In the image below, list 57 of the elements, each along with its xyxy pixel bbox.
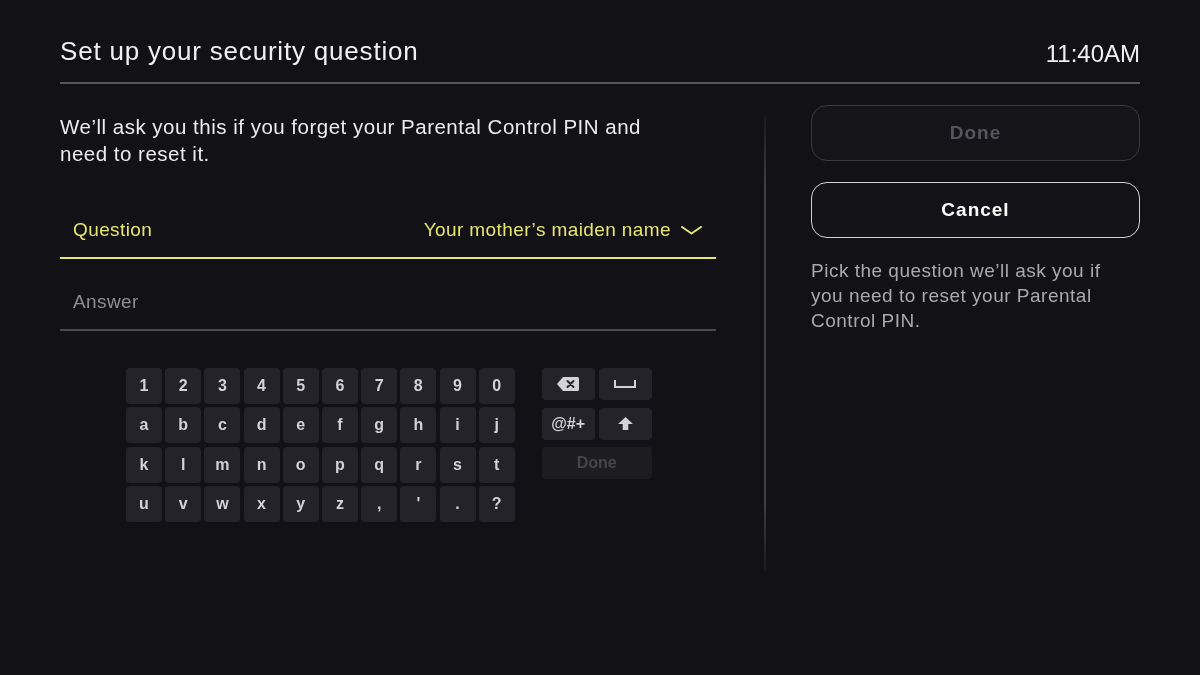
keyboard-key[interactable]: ' bbox=[400, 486, 437, 523]
shift-key[interactable] bbox=[598, 407, 652, 440]
question-dropdown[interactable]: Question Your mother’s maiden name bbox=[60, 203, 716, 259]
keyboard-key[interactable]: 2 bbox=[165, 368, 202, 404]
keyboard-key[interactable]: z bbox=[321, 486, 358, 523]
keyboard-key[interactable]: 7 bbox=[361, 368, 398, 404]
keyboard-key[interactable]: 8 bbox=[400, 368, 437, 404]
keyboard-key[interactable]: y bbox=[282, 486, 319, 523]
clock-time: 11:40AM bbox=[1045, 39, 1140, 69]
dropdown-value: Your mother’s maiden name bbox=[423, 219, 671, 241]
keyboard-key[interactable]: d bbox=[243, 407, 280, 444]
keyboard-key[interactable]: n bbox=[243, 446, 280, 483]
page-title: Set up your security question bbox=[60, 35, 419, 68]
keyboard-key[interactable]: a bbox=[126, 407, 162, 444]
keyboard-key[interactable]: p bbox=[321, 446, 358, 483]
keyboard-key[interactable]: e bbox=[282, 407, 319, 444]
space-bar-icon bbox=[614, 380, 637, 388]
keyboard-key[interactable]: 5 bbox=[282, 368, 319, 404]
backspace-key[interactable] bbox=[541, 368, 595, 400]
keyboard-key[interactable]: c bbox=[204, 407, 241, 444]
keyboard-key[interactable]: m bbox=[204, 446, 241, 483]
keyboard-key[interactable]: 3 bbox=[204, 368, 241, 404]
answer-field[interactable]: Answer bbox=[60, 275, 716, 331]
keyboard-key[interactable]: h bbox=[400, 407, 437, 444]
keyboard-key[interactable]: . bbox=[439, 486, 476, 523]
keyboard-key[interactable]: f bbox=[321, 407, 358, 444]
keyboard-key[interactable]: ? bbox=[478, 486, 515, 523]
keyboard-key[interactable]: i bbox=[439, 407, 476, 444]
keyboard-key[interactable]: 0 bbox=[478, 368, 515, 404]
keyboard-key[interactable]: j bbox=[478, 407, 515, 444]
symbols-key[interactable]: @#+ bbox=[541, 407, 595, 440]
arrow-up-icon bbox=[617, 417, 633, 430]
keyboard-key[interactable]: g bbox=[361, 407, 398, 444]
chevron-down-icon bbox=[681, 225, 702, 235]
keyboard-key[interactable]: o bbox=[282, 446, 319, 483]
keyboard-key[interactable]: , bbox=[361, 486, 398, 523]
keyboard-key[interactable]: 4 bbox=[243, 368, 280, 404]
keyboard-key[interactable]: b bbox=[165, 407, 202, 444]
keyboard-key[interactable]: q bbox=[361, 446, 398, 483]
keyboard-key[interactable]: k bbox=[126, 446, 162, 483]
cancel-button[interactable]: Cancel bbox=[811, 182, 1140, 238]
keyboard-key[interactable]: 6 bbox=[321, 368, 358, 404]
help-text: Pick the question we’ll ask you if you need to reset your Parental Control PIN. bbox=[811, 258, 1102, 333]
backspace-icon bbox=[557, 377, 580, 391]
keyboard-key[interactable]: u bbox=[126, 486, 162, 523]
keyboard-key[interactable]: 1 bbox=[126, 368, 162, 404]
space-key[interactable] bbox=[598, 368, 652, 400]
intro-text: We’ll ask you this if you forget your Parental Control PIN and need to reset it. bbox=[60, 114, 642, 167]
keyboard-key[interactable]: 9 bbox=[439, 368, 476, 404]
keyboard-key[interactable]: t bbox=[478, 446, 515, 483]
keyboard-key[interactable]: v bbox=[165, 486, 202, 523]
keyboard-key[interactable]: s bbox=[439, 446, 476, 483]
keyboard-key[interactable]: l bbox=[165, 446, 202, 483]
keyboard-key[interactable]: r bbox=[400, 446, 437, 483]
keyboard-key[interactable]: w bbox=[204, 486, 241, 523]
field-label: Question bbox=[73, 219, 154, 241]
keyboard-key[interactable]: x bbox=[243, 486, 280, 523]
